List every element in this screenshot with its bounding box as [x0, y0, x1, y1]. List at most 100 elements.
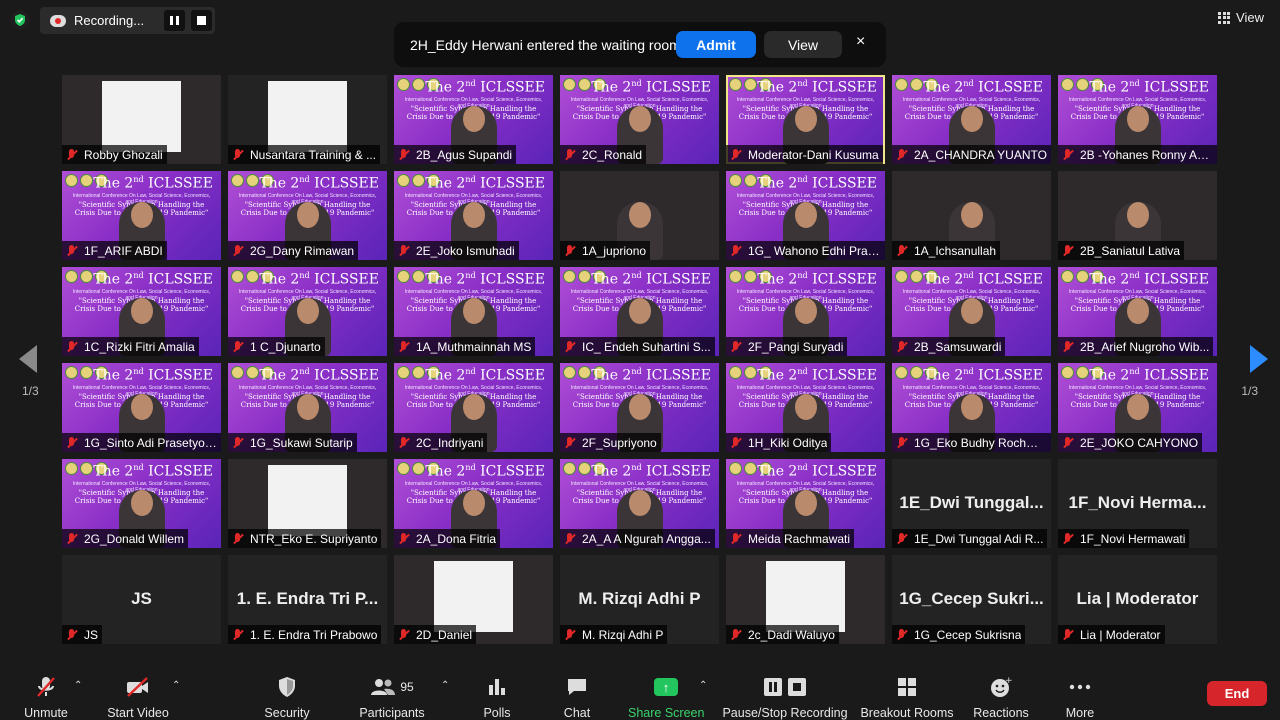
participant-tile[interactable]: NTR_Eko E. Supriyanto [228, 459, 387, 548]
unmute-button[interactable]: Unmute [20, 674, 72, 720]
participant-tile[interactable]: 1. E. Endra Tri P... 1. E. Endra Tri Prab… [228, 555, 387, 644]
chat-button[interactable]: Chat [558, 674, 596, 720]
participant-name-bar: M. Rizqi Adhi P [560, 625, 668, 644]
breakout-rooms-icon [860, 674, 954, 700]
start-video-button[interactable]: Start Video [104, 674, 172, 720]
next-page-arrow-icon[interactable] [1250, 345, 1268, 373]
participant-tile[interactable]: The 2nd ICLSSEE International Conference … [1058, 363, 1217, 452]
stop-recording-button[interactable] [191, 10, 212, 31]
participant-tile[interactable]: 2B_Saniatul Lativa [1058, 171, 1217, 260]
muted-mic-icon [563, 148, 577, 162]
participant-tile[interactable]: The 2nd ICLSSEE International Conference … [726, 75, 885, 164]
view-layout-button[interactable]: View [1218, 10, 1264, 25]
participant-tile[interactable]: The 2nd ICLSSEE International Conference … [394, 459, 553, 548]
participant-name: 2G_Donald Willem [84, 531, 185, 546]
participant-tile[interactable]: The 2nd ICLSSEE International Conference … [726, 363, 885, 452]
participant-tile[interactable]: The 2nd ICLSSEE International Conference … [560, 363, 719, 452]
participant-tile[interactable]: The 2nd ICLSSEE International Conference … [892, 363, 1051, 452]
participant-tile[interactable]: Robby Ghozali [62, 75, 221, 164]
participants-options-chevron-icon[interactable]: ⌃ [441, 680, 449, 691]
participant-tile[interactable]: The 2nd ICLSSEE International Conference … [726, 267, 885, 356]
share-screen-button[interactable]: ↑ Share Screen [628, 674, 704, 720]
participant-name-bar: NTR_Eko E. Supriyanto [228, 529, 382, 548]
participant-tile[interactable]: The 2nd ICLSSEE International Conference … [394, 363, 553, 452]
reactions-button[interactable]: + Reactions [970, 674, 1032, 720]
participant-tile[interactable]: Nusantara Training & ... [228, 75, 387, 164]
participant-tile[interactable]: 2c_Dadi Waluyo [726, 555, 885, 644]
participant-tile[interactable]: The 2nd ICLSSEE International Conference … [62, 363, 221, 452]
participant-tile[interactable]: The 2nd ICLSSEE International Conference … [726, 459, 885, 548]
security-shield-icon[interactable] [10, 10, 30, 30]
close-icon[interactable]: × [856, 33, 865, 51]
share-options-chevron-icon[interactable]: ⌃ [699, 680, 707, 691]
pause-stop-recording-button[interactable]: Pause/Stop Recording [722, 674, 848, 720]
muted-mic-icon [729, 148, 743, 162]
participant-tile[interactable]: 1G_Cecep Sukri... 1G_Cecep Sukrisna [892, 555, 1051, 644]
participant-tile[interactable]: The 2nd ICLSSEE International Conference … [62, 267, 221, 356]
participant-name-bar: 1 C_Djunarto [228, 337, 325, 356]
participant-name: 1G_Eko Budhy Rochma... [914, 435, 1047, 450]
participant-tile[interactable]: The 2nd ICLSSEE International Conference … [560, 75, 719, 164]
poster-title: The 2nd ICLSSEE [425, 463, 545, 480]
participant-tile[interactable]: 1A_jupriono [560, 171, 719, 260]
poster-title: The 2nd ICLSSEE [1089, 367, 1209, 384]
muted-mic-icon [231, 436, 245, 450]
poster-title: The 2nd ICLSSEE [425, 79, 545, 96]
admit-button[interactable]: Admit [676, 31, 756, 58]
participant-name-bar: 1A_jupriono [560, 241, 651, 260]
participant-tile[interactable]: M. Rizqi Adhi P M. Rizqi Adhi P [560, 555, 719, 644]
participant-tile[interactable]: The 2nd ICLSSEE International Conference … [62, 171, 221, 260]
poster-title: The 2nd ICLSSEE [757, 271, 877, 288]
muted-mic-icon [65, 148, 79, 162]
participant-tile[interactable]: 1A_Ichsanullah [892, 171, 1051, 260]
participant-tile[interactable]: The 2nd ICLSSEE International Conference … [62, 459, 221, 548]
pause-recording-button[interactable] [164, 10, 185, 31]
muted-mic-icon [231, 628, 245, 642]
polls-button[interactable]: Polls [478, 674, 516, 720]
breakout-rooms-button[interactable]: Breakout Rooms [860, 674, 954, 720]
pause-stop-icon [722, 674, 848, 700]
participant-tile[interactable]: Lia | Moderator Lia | Moderator [1058, 555, 1217, 644]
participant-name-bar: 1A_Ichsanullah [892, 241, 1001, 260]
video-options-chevron-icon[interactable]: ⌃ [172, 680, 180, 691]
participant-tile[interactable]: The 2nd ICLSSEE International Conference … [892, 267, 1051, 356]
participant-tile[interactable]: The 2nd ICLSSEE International Conference … [228, 267, 387, 356]
participant-profile-picture [102, 81, 181, 152]
participant-tile[interactable]: The 2nd ICLSSEE International Conference … [394, 75, 553, 164]
end-meeting-button[interactable]: End [1207, 681, 1267, 706]
participant-tile[interactable]: The 2nd ICLSSEE International Conference … [228, 171, 387, 260]
participant-name: 1C_Rizki Fitri Amalia [84, 339, 195, 354]
participant-name: 1F_ARIF ABDI [84, 243, 163, 258]
participant-display-name: 1E_Dwi Tunggal... [899, 493, 1044, 512]
participant-tile[interactable]: 2D_Daniel [394, 555, 553, 644]
participant-tile[interactable]: The 2nd ICLSSEE International Conference … [560, 267, 719, 356]
participant-name-bar: 1. E. Endra Tri Prabowo [228, 625, 382, 644]
participant-tile[interactable]: The 2nd ICLSSEE International Conference … [560, 459, 719, 548]
muted-mic-icon [729, 532, 743, 546]
participant-tile[interactable]: The 2nd ICLSSEE International Conference … [394, 267, 553, 356]
participant-tile[interactable]: JS JS [62, 555, 221, 644]
participant-tile[interactable]: The 2nd ICLSSEE International Conference … [1058, 75, 1217, 164]
participant-name-bar: Lia | Moderator [1058, 625, 1165, 644]
participant-tile[interactable]: The 2nd ICLSSEE International Conference … [726, 171, 885, 260]
participants-button[interactable]: 95 Participants [358, 674, 426, 720]
participant-name-bar: 2A_A A Ngurah Angga... [560, 529, 715, 548]
view-waiting-room-button[interactable]: View [764, 31, 842, 58]
previous-page-arrow-icon[interactable] [19, 345, 37, 373]
muted-mic-icon [563, 628, 577, 642]
poster-title: The 2nd ICLSSEE [757, 175, 877, 192]
breakout-rooms-label: Breakout Rooms [860, 706, 954, 720]
participant-profile-picture [268, 465, 347, 536]
participant-tile[interactable]: The 2nd ICLSSEE International Conference … [394, 171, 553, 260]
participant-tile[interactable]: 1F_Novi Herma... 1F_Novi Hermawati [1058, 459, 1217, 548]
security-button[interactable]: Security [262, 674, 312, 720]
muted-mic-icon [65, 628, 79, 642]
participant-tile[interactable]: The 2nd ICLSSEE International Conference … [892, 75, 1051, 164]
audio-options-chevron-icon[interactable]: ⌃ [74, 680, 82, 691]
more-button[interactable]: More [1060, 674, 1100, 720]
muted-mic-icon [65, 340, 79, 354]
participant-name: IC_ Endeh Suhartini S... [582, 339, 711, 354]
participant-tile[interactable]: The 2nd ICLSSEE International Conference … [228, 363, 387, 452]
participant-tile[interactable]: 1E_Dwi Tunggal... 1E_Dwi Tunggal Adi R... [892, 459, 1051, 548]
participant-tile[interactable]: The 2nd ICLSSEE International Conference … [1058, 267, 1217, 356]
